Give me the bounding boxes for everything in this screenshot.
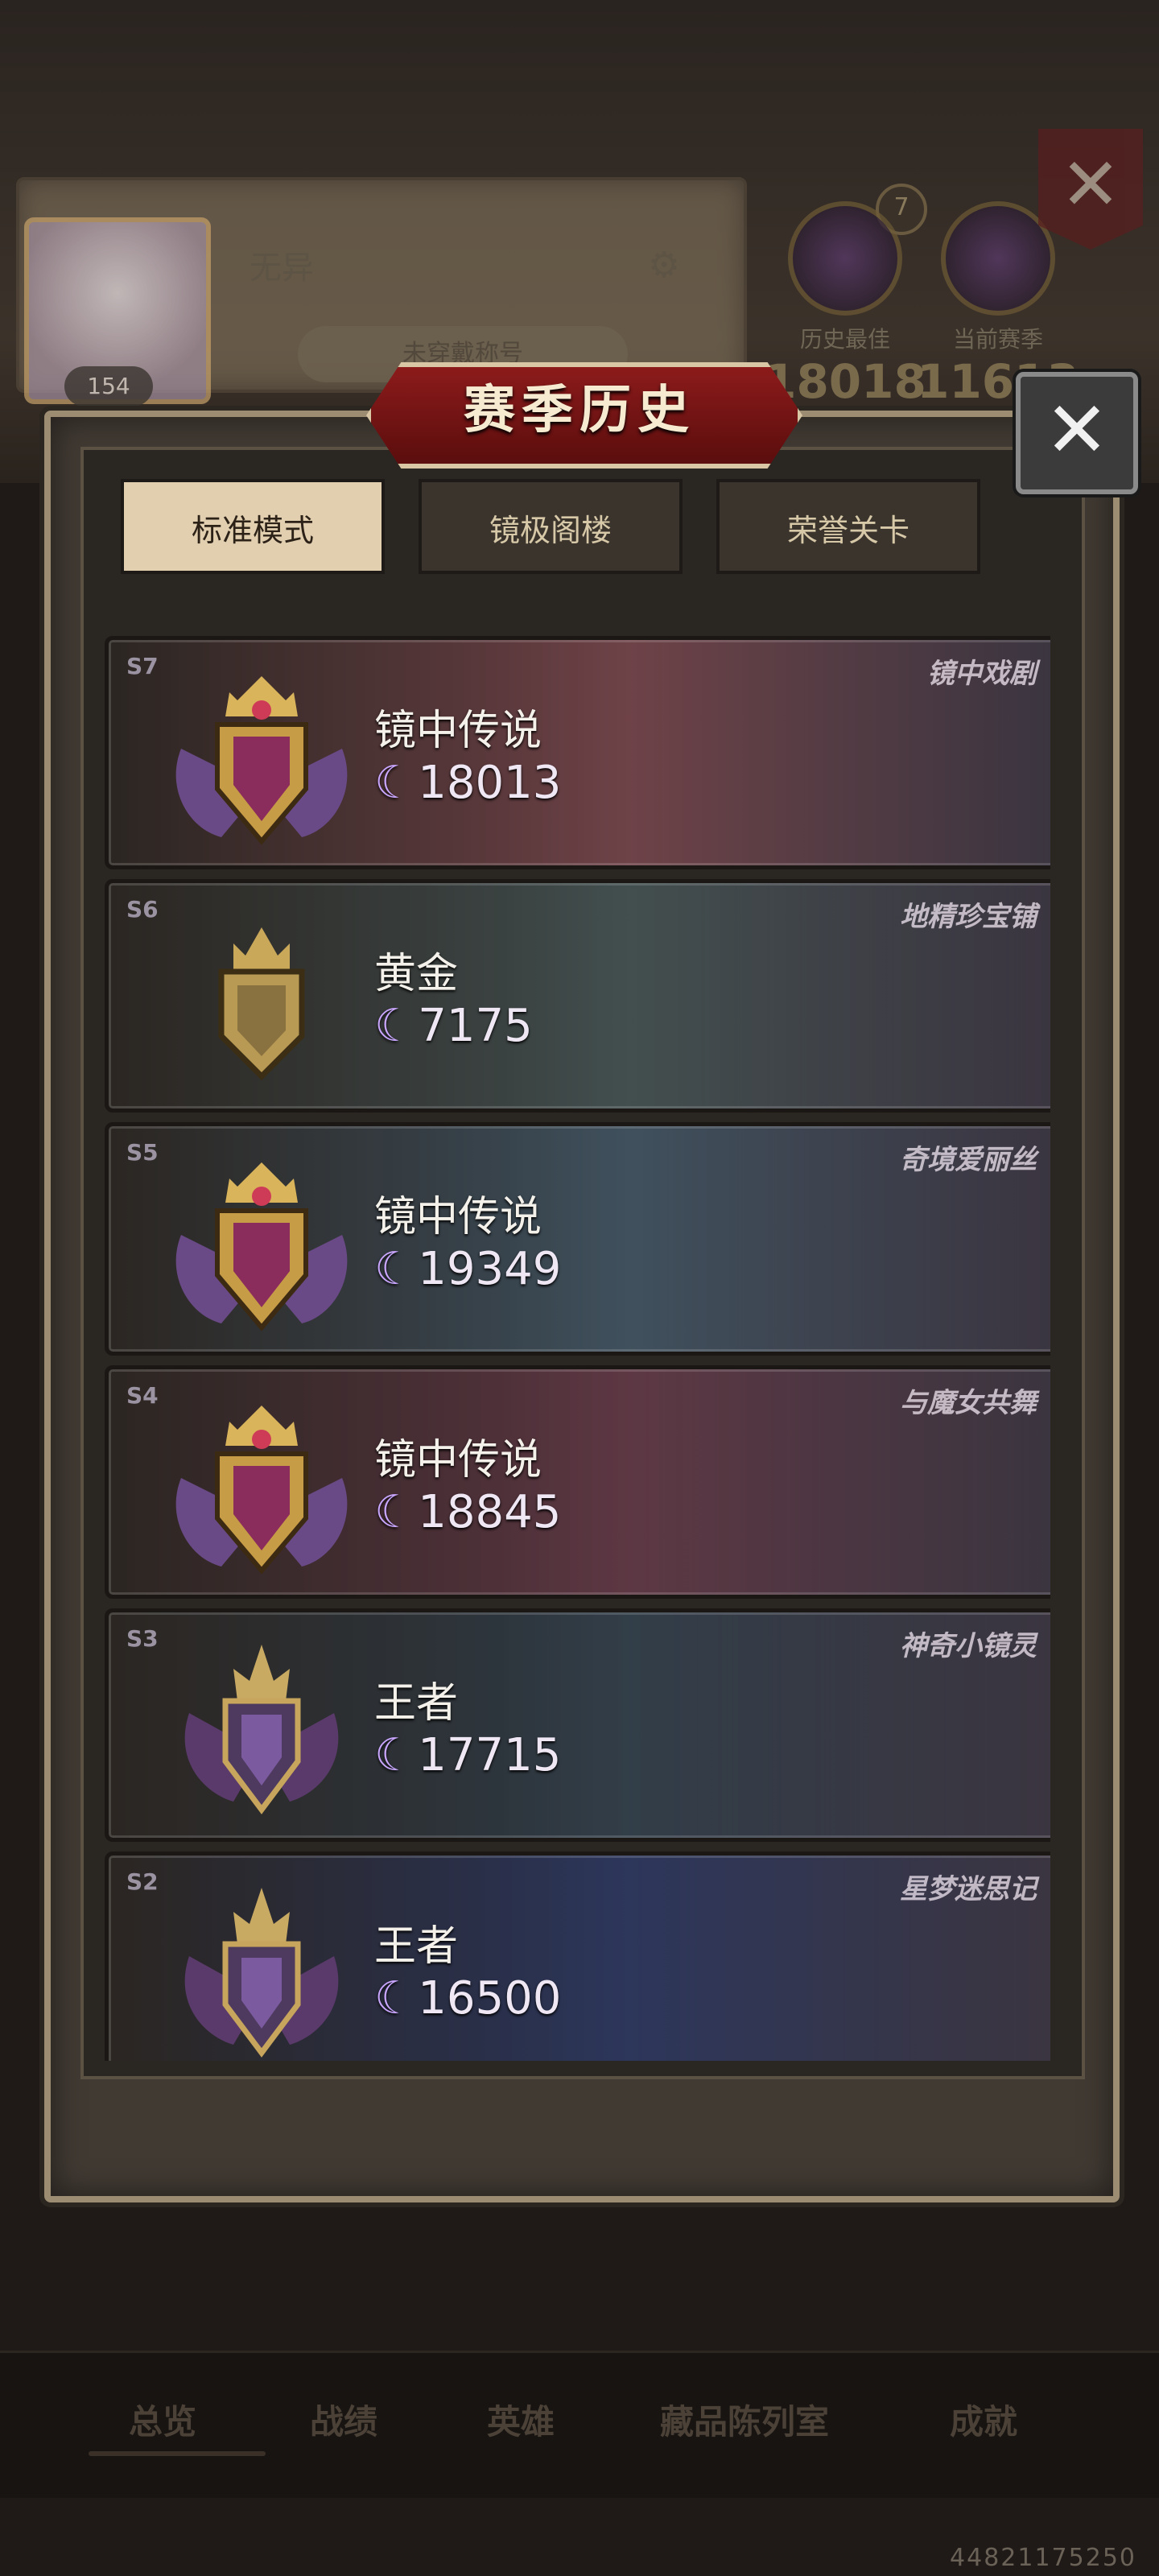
close-icon: ✕ (1044, 385, 1110, 475)
rank-name: 镜中传说 (374, 707, 542, 755)
close-button[interactable]: ✕ (1016, 372, 1138, 494)
season-title: 地精珍宝铺 (900, 901, 1037, 933)
nav-active-indicator (89, 2451, 266, 2456)
rank-score-value: 18845 (418, 1486, 562, 1538)
level-badge: 154 (64, 366, 153, 407)
player-name: 无异 (250, 250, 314, 287)
season-title: 神奇小镜灵 (900, 1630, 1037, 1662)
season-tag: S3 (126, 1625, 159, 1652)
moon-icon: ☾ (374, 1972, 415, 2025)
tab-honor-stage[interactable]: 荣誉关卡 (716, 479, 980, 574)
season-title: 星梦迷思记 (900, 1873, 1037, 1905)
season-tag: S5 (126, 1139, 159, 1166)
tab-standard-mode[interactable]: 标准模式 (121, 479, 385, 574)
rank-score: ☾16500 (374, 1972, 561, 2025)
rank-name: 王者 (374, 1922, 459, 1971)
rank-name: 王者 (374, 1679, 459, 1728)
season-tag: S2 (126, 1868, 159, 1895)
current-season-emblem-icon (941, 201, 1055, 316)
season-title: 与魔女共舞 (900, 1387, 1037, 1419)
history-best-emblem-icon (788, 201, 902, 316)
moon-icon: ☾ (374, 1729, 415, 1781)
nav-heroes[interactable]: 英雄 (487, 2395, 555, 2444)
rank-name: 镜中传说 (374, 1436, 542, 1484)
rank-score-value: 18013 (418, 757, 562, 809)
nav-collection[interactable]: 藏品陈列室 (660, 2395, 829, 2444)
legend-rank-emblem-icon (157, 652, 366, 853)
rank-name: 镜中传说 (374, 1193, 542, 1241)
rank-score: ☾7175 (374, 1000, 533, 1052)
tab-mirror-attic[interactable]: 镜极阁楼 (419, 479, 683, 574)
history-best-label: 历史最佳 (799, 326, 890, 353)
rank-score: ☾18013 (374, 757, 561, 809)
season-card-s7[interactable]: S7 镜中戏剧镜中传说 ☾18013 (105, 636, 1050, 869)
current-season-label: 当前赛季 (952, 326, 1043, 353)
season-card-s3[interactable]: S3 神奇小镜灵王者 ☾17715 (105, 1608, 1050, 1842)
profile-close-icon[interactable]: ✕ (1038, 129, 1143, 250)
nav-overview[interactable]: 总览 (129, 2395, 196, 2444)
rank-score: ☾18845 (374, 1486, 561, 1538)
rank-score-value: 7175 (418, 1000, 533, 1052)
moon-icon: ☾ (374, 757, 415, 809)
season-tag: S7 (126, 653, 159, 679)
season-title: 镜中戏剧 (927, 658, 1037, 690)
king-rank-emblem-icon (157, 1868, 366, 2061)
gold-rank-emblem-icon (157, 895, 366, 1096)
legend-rank-emblem-icon (157, 1138, 366, 1340)
moon-icon: ☾ (374, 1243, 415, 1295)
season-list[interactable]: S7 镜中戏剧 镜中传说 ☾18013 S6 地精珍宝铺 黄金 ☾7175 S5 奇境爱丽丝 镜中传… (105, 636, 1050, 2061)
season-card-s2[interactable]: S2 星梦迷思记王者 ☾16500 (105, 1852, 1050, 2061)
rank-score: ☾17715 (374, 1729, 561, 1781)
season-card-s6[interactable]: S6 地精珍宝铺黄金 ☾7175 (105, 879, 1050, 1113)
rank-score: ☾19349 (374, 1243, 561, 1295)
season-card-s5[interactable]: S5 奇境爱丽丝镜中传说 ☾19349 (105, 1122, 1050, 1356)
rank-score-value: 17715 (418, 1729, 562, 1781)
rank-score-value: 19349 (418, 1243, 562, 1295)
nav-achievements[interactable]: 成就 (950, 2395, 1017, 2444)
gear-icon[interactable]: ⚙ (644, 246, 684, 286)
season-tag: S6 (126, 896, 159, 923)
watermark: 44821175250 (950, 2544, 1136, 2572)
season-card-s4[interactable]: S4 与魔女共舞镜中传说 ☾18845 (105, 1365, 1050, 1599)
rank-score-value: 16500 (418, 1972, 562, 2025)
dialog-title: 赛季历史 (464, 381, 695, 440)
legend-rank-emblem-icon (157, 1381, 366, 1583)
season-tag: S4 (126, 1382, 159, 1409)
moon-icon: ☾ (374, 1486, 415, 1538)
season-title: 奇境爱丽丝 (900, 1144, 1037, 1176)
nav-records[interactable]: 战绩 (310, 2395, 377, 2444)
rank-name: 黄金 (374, 950, 459, 998)
moon-icon: ☾ (374, 1000, 415, 1052)
king-rank-emblem-icon (157, 1624, 366, 1826)
